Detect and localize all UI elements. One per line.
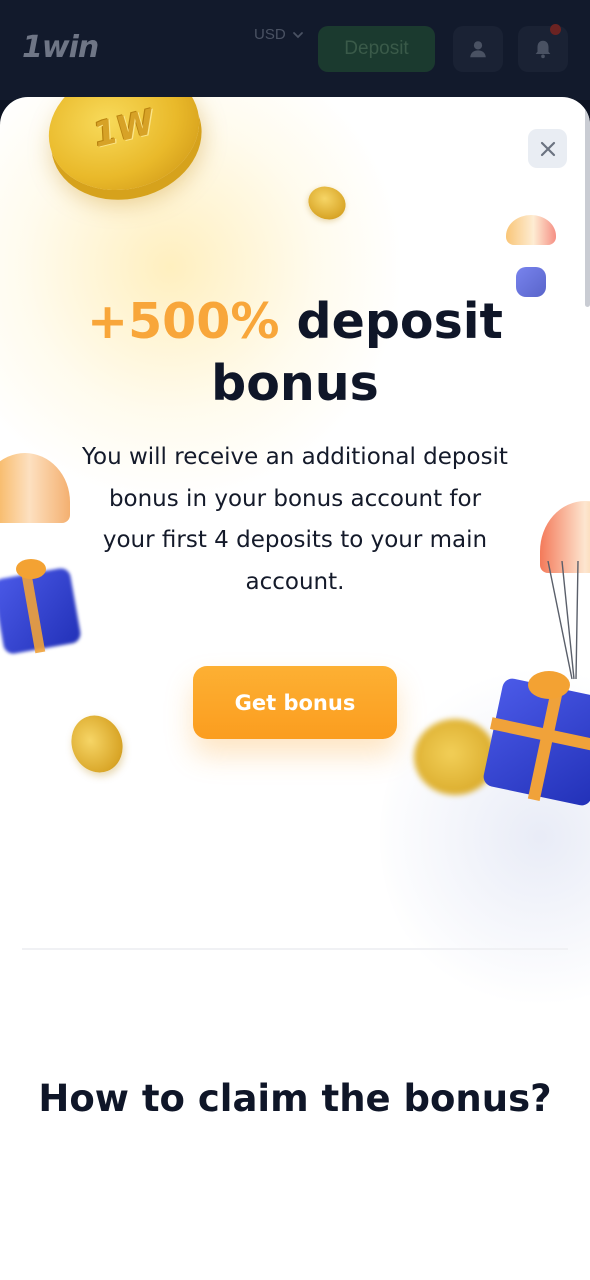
brand-logo[interactable]: 1win [22, 30, 99, 65]
claim-section-title: How to claim the bonus? [38, 1077, 552, 1120]
chevron-down-icon [292, 31, 303, 38]
coin-illustration-left [62, 707, 132, 781]
currency-label: USD [254, 26, 286, 43]
close-button[interactable] [528, 129, 567, 168]
headline-text-1: deposit [296, 293, 503, 350]
section-divider [22, 948, 568, 950]
bonus-headline: +500% deposit bonus [0, 291, 590, 415]
parachute-gift-small [506, 215, 560, 299]
bonus-description: You will receive an additional deposit b… [82, 444, 508, 595]
coin-mark: 1W [89, 102, 159, 156]
get-bonus-button[interactable]: Get bonus [193, 666, 397, 739]
bonus-percentage: +500% [87, 293, 280, 350]
notification-badge [550, 24, 561, 35]
deposit-button[interactable]: Deposit [318, 26, 435, 72]
profile-button[interactable] [453, 26, 503, 72]
user-icon [470, 41, 486, 58]
app-root: 1win USD Deposit 1W +500% deposit bonus … [0, 0, 590, 1280]
parachute-strings [547, 561, 579, 680]
currency-selector[interactable]: USD [254, 26, 304, 43]
bell-icon [535, 40, 551, 59]
headline-text-2: bonus [211, 355, 379, 412]
modal-scrollbar[interactable] [585, 97, 590, 307]
close-icon [540, 141, 555, 156]
bonus-modal: 1W +500% deposit bonus You will receive … [0, 97, 590, 1280]
notifications-button[interactable] [518, 24, 568, 72]
top-bar: 1win USD Deposit [0, 0, 590, 100]
parachute-gift-left [0, 453, 90, 673]
